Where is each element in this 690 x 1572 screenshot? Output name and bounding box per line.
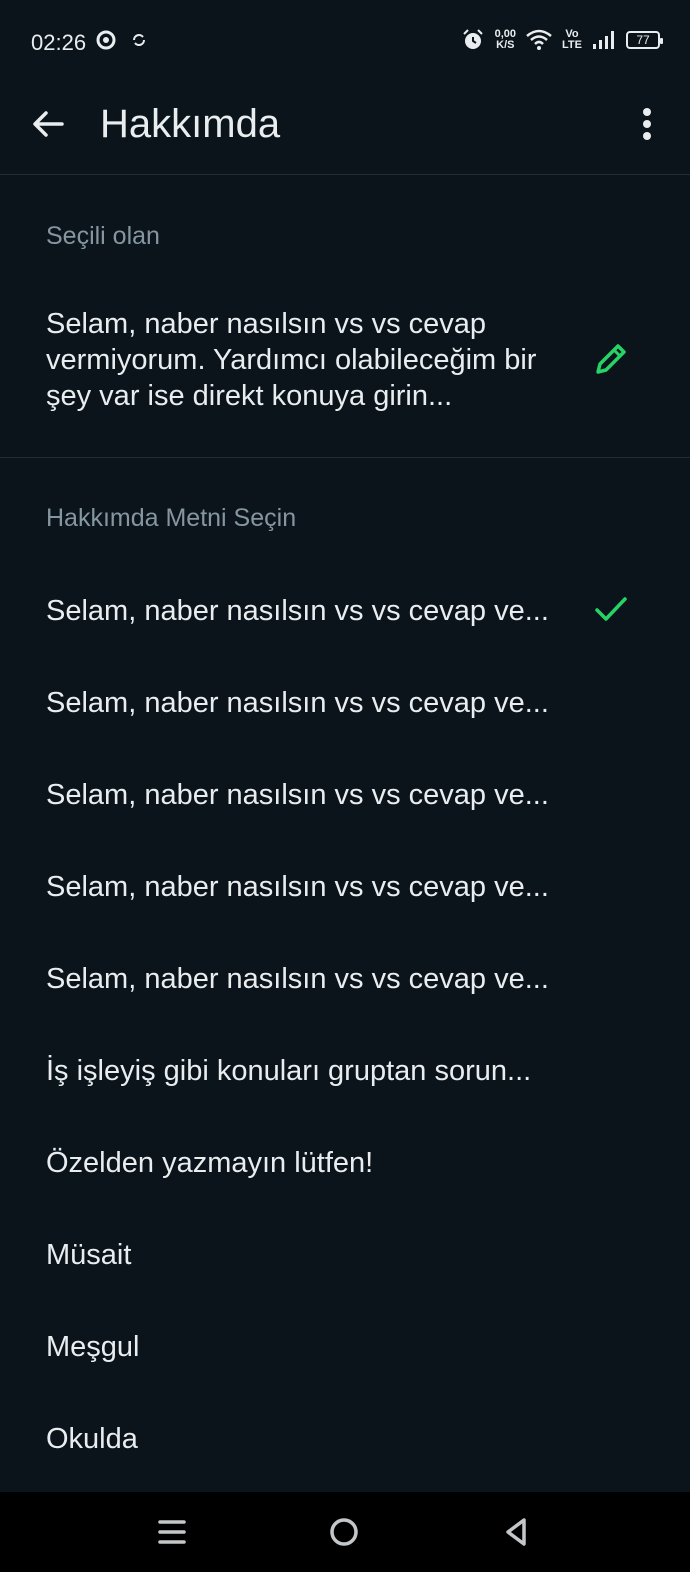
- about-option-text: Meşgul: [46, 1330, 140, 1363]
- volte-indicator: Vo LTE: [562, 28, 582, 51]
- about-option-9[interactable]: Meşgul: [0, 1301, 690, 1393]
- about-option-5[interactable]: Selam, naber nasılsın vs vs cevap ve...: [0, 933, 690, 1025]
- more-vert-icon[interactable]: [632, 104, 662, 144]
- arrow-left-icon[interactable]: [28, 104, 68, 144]
- network-speed: 0,00 K/S: [494, 28, 517, 51]
- signal-icon: [593, 31, 614, 49]
- back-triangle-icon[interactable]: [496, 1512, 536, 1552]
- about-option-text: Selam, naber nasılsın vs vs cevap ve...: [46, 686, 549, 719]
- about-option-text: Selam, naber nasılsın vs vs cevap ve...: [46, 778, 549, 811]
- current-about-text[interactable]: Selam, naber nasılsın vs vs cevap vermiy…: [46, 306, 576, 414]
- about-option-3[interactable]: Selam, naber nasılsın vs vs cevap ve...: [0, 749, 690, 841]
- check-icon: [595, 597, 627, 621]
- about-option-text: Müsait: [46, 1238, 132, 1271]
- status-time: 02:26: [31, 30, 87, 55]
- about-option-2[interactable]: Selam, naber nasılsın vs vs cevap ve...: [0, 657, 690, 749]
- app-bar: Hakkımda: [0, 86, 690, 175]
- pencil-icon[interactable]: [590, 340, 630, 380]
- page-title: Hakkımda: [100, 102, 281, 146]
- section-divider: [0, 457, 690, 458]
- about-option-text: Selam, naber nasılsın vs vs cevap ve...: [46, 962, 549, 995]
- about-option-text: Selam, naber nasılsın vs vs cevap ve...: [46, 870, 549, 903]
- about-option-text: Okulda: [46, 1422, 138, 1455]
- status-bar: 02:26 0,00 K/S Vo LTE 77: [0, 0, 690, 86]
- about-option-text: Selam, naber nasılsın vs vs cevap ve...: [46, 594, 549, 627]
- battery-icon: 77: [626, 31, 663, 49]
- battery-level: 77: [636, 33, 650, 47]
- choose-section-label: Hakkımda Metni Seçin: [46, 504, 297, 532]
- about-option-6[interactable]: İş işleyiş gibi konuları gruptan sorun..…: [0, 1025, 690, 1117]
- about-option-8[interactable]: Müsait: [0, 1209, 690, 1301]
- about-option-10[interactable]: Okulda: [0, 1393, 690, 1485]
- alarm-icon: [462, 29, 483, 49]
- about-option-text: İş işleyiş gibi konuları gruptan sorun..…: [46, 1054, 532, 1087]
- about-options-list: Selam, naber nasılsın vs vs cevap ve... …: [0, 565, 690, 1485]
- about-option-4[interactable]: Selam, naber nasılsın vs vs cevap ve...: [0, 841, 690, 933]
- about-option-1[interactable]: Selam, naber nasılsın vs vs cevap ve...: [0, 565, 690, 657]
- wifi-icon: [526, 29, 552, 50]
- home-icon[interactable]: [324, 1512, 364, 1552]
- sync-icon: [133, 34, 145, 46]
- about-option-7[interactable]: Özelden yazmayın lütfen!: [0, 1117, 690, 1209]
- current-section-label: Seçili olan: [46, 222, 160, 250]
- system-nav-bar: [0, 1492, 690, 1572]
- chrome-icon: [96, 30, 116, 50]
- menu-icon[interactable]: [152, 1512, 192, 1552]
- about-option-text: Özelden yazmayın lütfen!: [46, 1146, 374, 1179]
